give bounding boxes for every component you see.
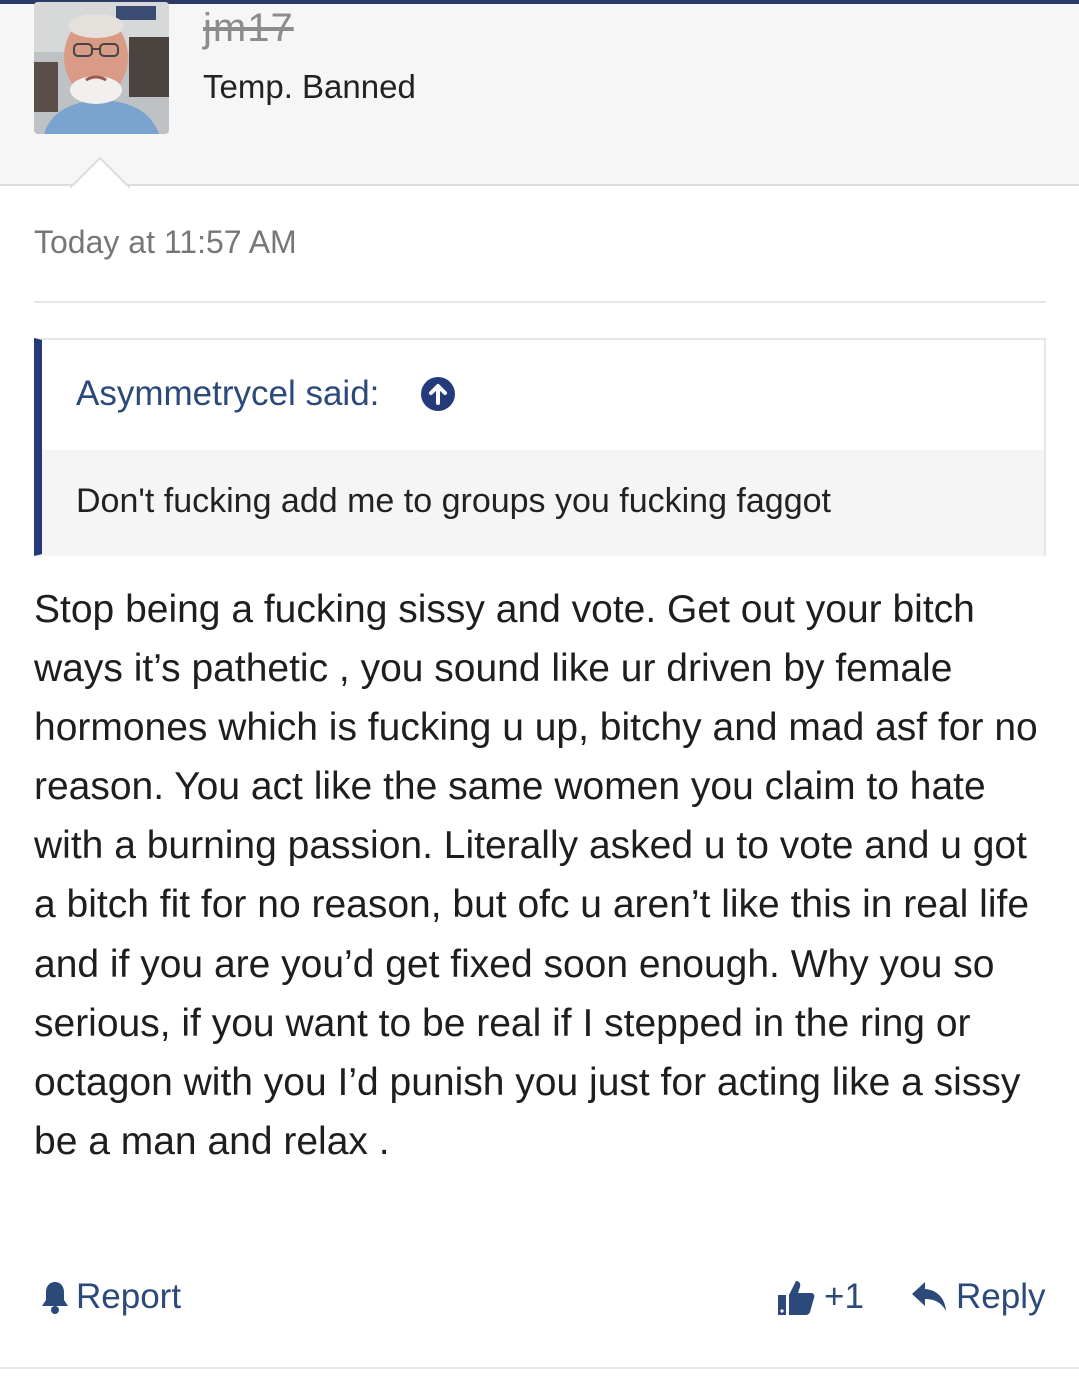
avatar[interactable] <box>34 2 169 134</box>
post-timestamp[interactable]: Today at 11:57 AM <box>34 224 297 261</box>
user-title: Temp. Banned <box>203 68 416 105</box>
thumbs-up-icon <box>778 1281 815 1315</box>
reply-button[interactable]: Reply <box>910 1275 1045 1319</box>
report-button[interactable]: Report <box>40 1275 181 1319</box>
quote-body: Don't fucking add me to groups you fucki… <box>42 450 1044 556</box>
user-header: jm17 Temp. Banned <box>0 2 1079 186</box>
like-label: +1 <box>824 1277 864 1316</box>
avatar-image <box>34 2 169 134</box>
quote-text: Don't fucking add me to groups you fucki… <box>76 482 831 520</box>
quote-author[interactable]: Asymmetrycel said: <box>76 374 379 414</box>
post-body: Stop being a fucking sissy and vote. Get… <box>34 588 1038 1163</box>
bell-icon <box>42 1282 68 1314</box>
divider <box>34 301 1046 303</box>
forum-post: jm17 Temp. Banned Today at 11:57 AM Asym… <box>0 0 1079 1376</box>
bottom-divider <box>0 1367 1079 1369</box>
quote-header: Asymmetrycel said: <box>42 340 1044 450</box>
username[interactable]: jm17 <box>203 6 294 51</box>
like-button[interactable]: +1 <box>776 1275 864 1319</box>
report-label: Report <box>76 1277 182 1316</box>
reply-arrow-icon <box>912 1282 946 1311</box>
quote-block: Asymmetrycel said: Don't fucking add me … <box>34 338 1046 556</box>
reply-label: Reply <box>956 1277 1046 1316</box>
arrow-up-circle-icon[interactable] <box>420 376 456 412</box>
message-pointer <box>70 156 130 188</box>
